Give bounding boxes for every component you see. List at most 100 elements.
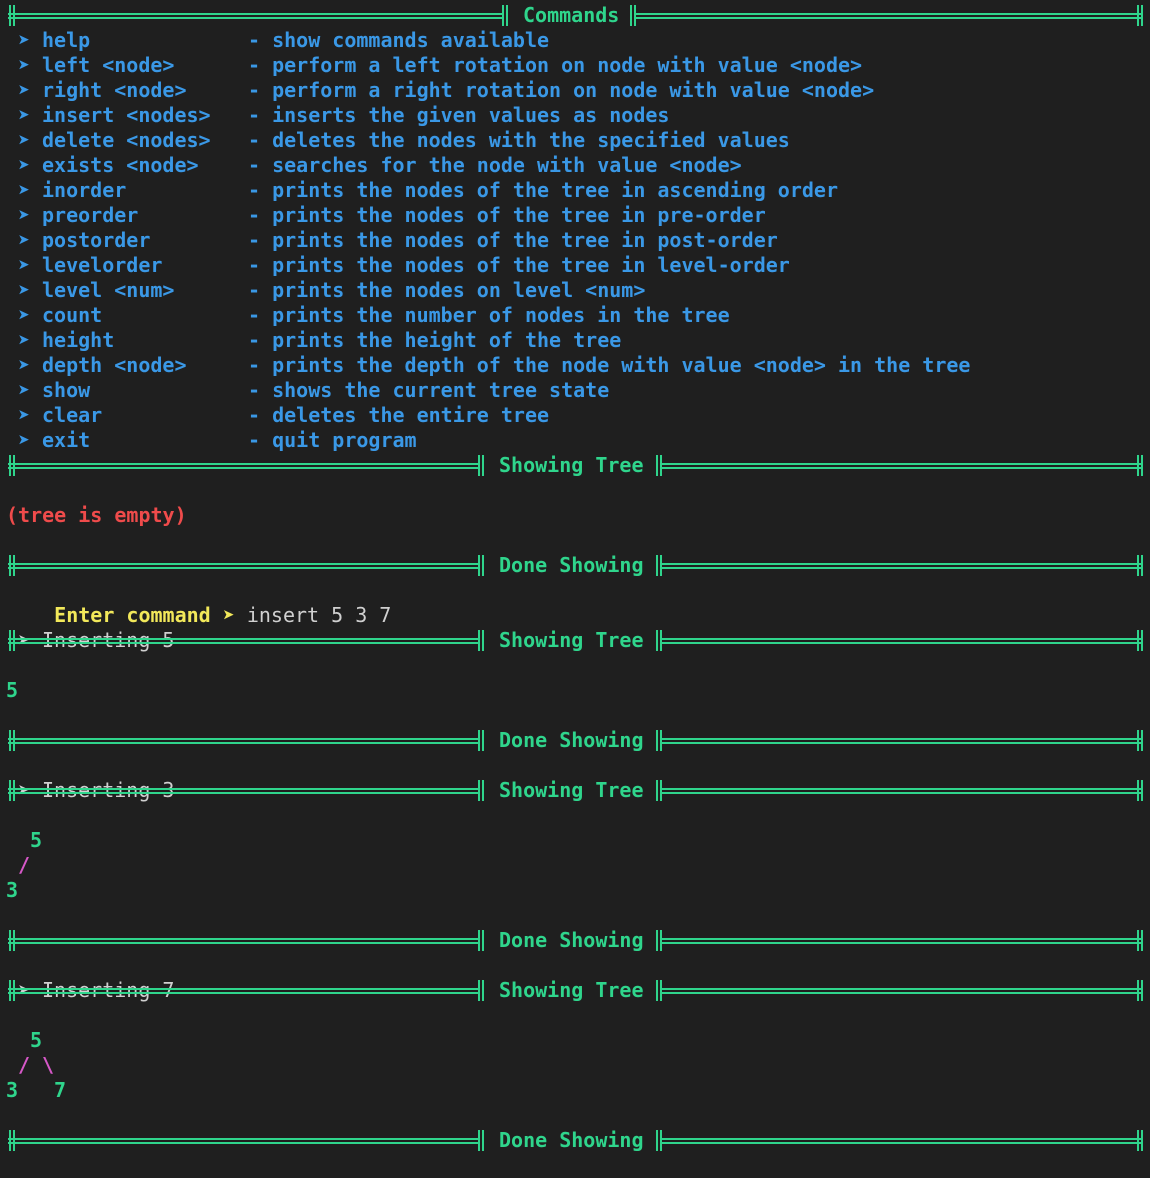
command-name: insert <nodes>	[42, 103, 211, 127]
arrow-icon: ➤	[18, 53, 31, 77]
command-prompt-line[interactable]: Enter command ➤	[6, 1153, 259, 1178]
command-name: postorder	[42, 228, 151, 252]
insert-message: ➤Inserting 5	[6, 603, 174, 652]
command-row: ➤ help - show commands available	[0, 28, 1150, 53]
command-row: ➤ height - prints the height of the tree	[0, 328, 1150, 353]
done-showing-separator: Done Showing	[8, 553, 1144, 578]
arrow-icon: ➤	[18, 178, 31, 202]
arrow-icon: ➤	[18, 228, 31, 252]
command-row: ➤ left <node> - perform a left rotation on…	[0, 53, 1150, 78]
command-name: help	[42, 28, 91, 52]
separator-label: Showing Tree	[499, 453, 644, 477]
command-description: - quit program	[248, 428, 417, 452]
command-description: - prints the nodes of the tree in level-…	[248, 253, 790, 277]
separator-label: Commands	[523, 3, 620, 27]
command-name: left <node>	[42, 53, 175, 77]
command-description: - perform a left rotation on node with v…	[248, 53, 863, 77]
separator-label: Showing Tree	[499, 778, 644, 802]
arrow-icon: ➤	[18, 403, 31, 427]
command-description: - prints the depth of the node with valu…	[248, 353, 971, 377]
command-row: ➤ show - shows the current tree state	[0, 378, 1150, 403]
arrow-icon: ➤	[18, 103, 31, 127]
command-name: level <num>	[42, 278, 175, 302]
arrow-icon: ➤	[18, 278, 31, 302]
arrow-icon: ➤	[18, 78, 31, 102]
tree-node: 7	[54, 1078, 67, 1102]
separator-label: Done Showing	[499, 728, 644, 752]
showing-tree-separator: Showing Tree	[8, 628, 1144, 653]
command-row: ➤ right <node> - perform a right rotation …	[0, 78, 1150, 103]
separator-label: Done Showing	[499, 553, 644, 577]
tree-node: 5	[6, 678, 19, 702]
command-description: - prints the nodes on level <num>	[248, 278, 646, 302]
command-row: ➤ inorder - prints the nodes of the tree i…	[0, 178, 1150, 203]
terminal-window[interactable]: Commands ➤ help - show commands available ➤…	[0, 0, 1150, 1178]
command-description: - perform a right rotation on node with …	[248, 78, 875, 102]
command-description: - show commands available	[248, 28, 550, 52]
command-row: ➤ level <num> - prints the nodes on level …	[0, 278, 1150, 303]
command-row: ➤ exists <node> - searches for the node wi…	[0, 153, 1150, 178]
arrow-icon: ➤	[18, 353, 31, 377]
command-description: - prints the nodes of the tree in ascend…	[248, 178, 839, 202]
command-name: depth <node>	[42, 353, 187, 377]
arrow-icon: ➤	[18, 203, 31, 227]
separator-label: Showing Tree	[499, 628, 644, 652]
empty-tree-message: (tree is empty)	[6, 503, 187, 527]
tree-node: 3	[6, 878, 19, 902]
arrow-icon: ➤	[18, 303, 31, 327]
command-description: - searches for the node with value <node…	[248, 153, 742, 177]
done-showing-separator: Done Showing	[8, 928, 1144, 953]
command-row: ➤ depth <node> - prints the depth of the n…	[0, 353, 1150, 378]
done-showing-separator: Done Showing	[8, 1128, 1144, 1153]
tree-node: 5	[30, 828, 43, 852]
command-name: show	[42, 378, 91, 402]
arrow-icon: ➤	[18, 428, 31, 452]
command-row: ➤ exit - quit program	[0, 428, 1150, 453]
commands-separator: Commands	[8, 3, 1144, 28]
arrow-icon: ➤	[18, 378, 31, 402]
tree-node: 3	[6, 1078, 19, 1102]
command-description: - shows the current tree state	[248, 378, 610, 402]
arrow-icon: ➤	[18, 328, 31, 352]
command-name: exists <node>	[42, 153, 199, 177]
command-name: clear	[42, 403, 103, 427]
arrow-icon: ➤	[18, 253, 31, 277]
command-name: inorder	[42, 178, 127, 202]
separator-label: Done Showing	[499, 928, 644, 952]
command-row: ➤ postorder - prints the nodes of the tree…	[0, 228, 1150, 253]
showing-tree-separator: Showing Tree	[8, 778, 1144, 803]
done-showing-separator: Done Showing	[8, 728, 1144, 753]
command-row: ➤ insert <nodes> - inserts the given value…	[0, 103, 1150, 128]
command-name: delete <nodes>	[42, 128, 211, 152]
command-row: ➤ count - prints the number of nodes in th…	[0, 303, 1150, 328]
command-name: right <node>	[42, 78, 187, 102]
arrow-icon: ➤	[18, 153, 31, 177]
showing-tree-separator: Showing Tree	[8, 453, 1144, 478]
prompt-label: Enter command ➤	[54, 603, 235, 627]
command-description: - prints the number of nodes in the tree	[248, 303, 730, 327]
command-description: - inserts the given values as nodes	[248, 103, 670, 127]
command-description: - prints the height of the tree	[248, 328, 622, 352]
tree-branch: \	[42, 1053, 55, 1077]
typed-command: insert 5 3 7	[246, 603, 392, 627]
command-name: height	[42, 328, 115, 352]
command-row: ➤ delete <nodes> - deletes the nodes with …	[0, 128, 1150, 153]
arrow-icon: ➤	[18, 28, 31, 52]
command-description: - prints the nodes of the tree in post-o…	[248, 228, 778, 252]
command-prompt-line: Enter command ➤ insert 5 3 7	[6, 578, 391, 627]
command-name: levelorder	[42, 253, 163, 277]
tree-node: 5	[30, 1028, 43, 1052]
command-row: ➤ clear - deletes the entire tree	[0, 403, 1150, 428]
command-row: ➤ levelorder - prints the nodes of the tre…	[0, 253, 1150, 278]
insert-message: ➤Inserting 3	[6, 753, 174, 802]
separator-label: Showing Tree	[499, 978, 644, 1002]
tree-branch: /	[18, 853, 31, 877]
command-name: count	[42, 303, 103, 327]
command-row: ➤ preorder - prints the nodes of the tree …	[0, 203, 1150, 228]
arrow-icon: ➤	[18, 128, 31, 152]
insert-message: ➤Inserting 7	[6, 953, 174, 1002]
command-name: preorder	[42, 203, 139, 227]
tree-branch: /	[18, 1053, 31, 1077]
command-description: - deletes the entire tree	[248, 403, 550, 427]
command-name: exit	[42, 428, 91, 452]
